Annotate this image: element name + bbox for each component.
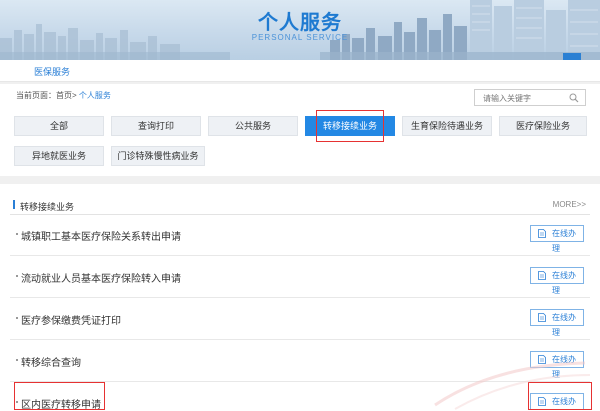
online-handle-button[interactable]: 在线办理 [530,309,584,337]
list-item-label[interactable]: 转移综合查询 [21,354,81,369]
list-item: 流动就业人员基本医疗保险转入申请 在线办理 [10,256,590,298]
header-banner: 个人服务 PERSONAL SERVICE [0,0,600,60]
bullet-dot [16,317,18,319]
search-input[interactable] [483,93,563,103]
category-tab-query-print[interactable]: 查询打印 [111,116,201,136]
sub-navigation: 医保服务 [0,60,600,82]
category-tab-chronic-disease[interactable]: 门诊特殊慢性病业务 [111,146,205,166]
more-link[interactable]: MORE>> [553,200,586,209]
bullet-dot [16,233,18,235]
list-item: 医疗参保缴费凭证打印 在线办理 [10,298,590,340]
list-item-label[interactable]: 医疗参保缴费凭证打印 [21,312,121,327]
breadcrumb-current: 个人服务 [78,91,111,100]
breadcrumb-prefix: 当前页面： [16,91,56,100]
document-icon [538,313,546,322]
bullet-dot [16,275,18,277]
list-item-label[interactable]: 城镇职工基本医疗保险关系转出申请 [21,228,181,243]
section-title: 转移接续业务 [20,202,75,212]
list-item-label[interactable]: 流动就业人员基本医疗保险转入申请 [21,270,181,285]
banner-accent-block [563,53,581,60]
search-icon[interactable] [569,93,579,103]
highlight-outline-tab [316,110,384,142]
category-tab-medical-insurance[interactable]: 医疗保险业务 [499,116,587,136]
online-handle-label: 在线办理 [552,313,576,337]
document-icon [538,229,546,238]
category-tab-all[interactable]: 全部 [14,116,104,136]
watermark-logo [434,361,591,410]
section-marker [13,200,15,209]
subnav-item-medical-insurance[interactable]: 医保服务 [34,65,70,78]
bullet-dot [16,359,18,361]
category-tab-offsite-medical[interactable]: 异地就医业务 [14,146,104,166]
divider-band [0,82,600,84]
online-handle-label: 在线办理 [552,271,576,295]
highlight-outline-row [14,382,105,410]
banner-subtitle: PERSONAL SERVICE [251,33,349,42]
list-item: 城镇职工基本医疗保险关系转出申请 在线办理 [10,214,590,256]
breadcrumb-home-link[interactable]: 首页> [56,91,77,100]
category-tab-public-service[interactable]: 公共服务 [208,116,298,136]
online-handle-label: 在线办理 [552,229,576,253]
section-separator [0,176,600,184]
online-handle-button[interactable]: 在线办理 [530,267,584,295]
search-box [474,89,586,106]
online-handle-button[interactable]: 在线办理 [530,225,584,253]
banner-title: 个人服务 [258,10,342,34]
breadcrumb: 当前页面：首页> 个人服务 [16,90,111,101]
category-tab-maternity-insurance[interactable]: 生育保险待遇业务 [402,116,492,136]
document-icon [538,271,546,280]
